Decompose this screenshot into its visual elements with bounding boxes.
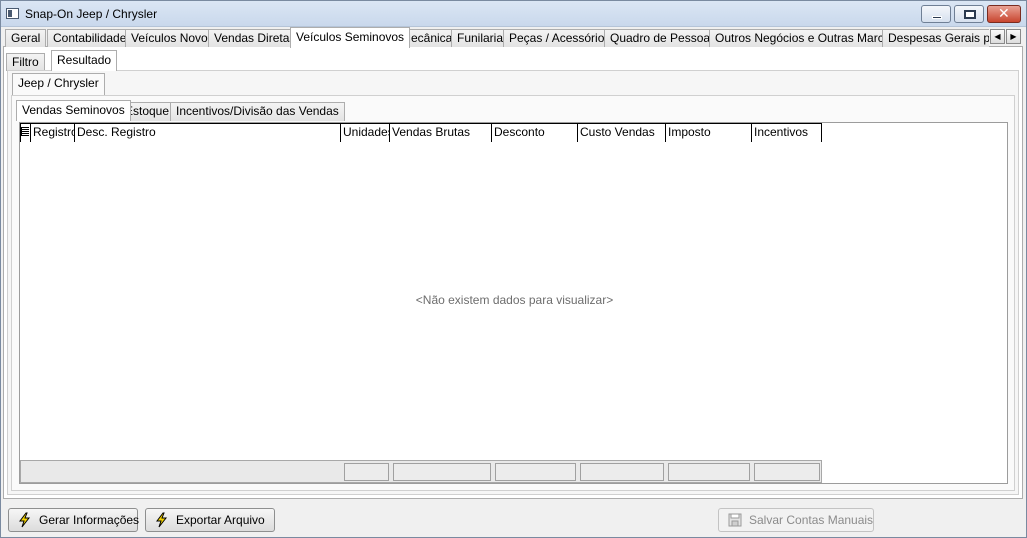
tab-jeep-chrysler[interactable]: Jeep / Chrysler: [12, 73, 105, 95]
tab-despesas-gerais[interactable]: Despesas Gerais por Departamento: [882, 29, 989, 47]
tab-incentivos-divisao[interactable]: Incentivos/Divisão das Vendas: [170, 102, 345, 121]
maximize-icon: [964, 10, 976, 19]
column-header-registro[interactable]: Registro: [31, 123, 78, 142]
summary-cell-unidades: [344, 463, 389, 481]
data-grid[interactable]: Registro Desc. Registro Unidades Vendas …: [19, 122, 1008, 484]
tab-veiculos-seminovos[interactable]: Veículos Seminovos: [290, 27, 411, 48]
brand-panel: Vendas Seminovos Estoque Incentivos/Divi…: [11, 95, 1015, 491]
arrow-right-icon: ▶: [1010, 32, 1017, 41]
column-header-custo-vendas[interactable]: Custo Vendas: [578, 123, 666, 142]
lightning-icon: [156, 512, 168, 528]
tab-scroll-left-button[interactable]: ◀: [990, 29, 1005, 44]
close-button[interactable]: ✕: [987, 5, 1021, 23]
column-header-vendas-brutas[interactable]: Vendas Brutas: [390, 123, 492, 142]
tab-vendas-diretas[interactable]: Vendas Diretas: [208, 29, 302, 47]
summary-cell-custo-vendas: [580, 463, 664, 481]
tab-resultado[interactable]: Resultado: [51, 50, 118, 71]
salvar-contas-manuais-button[interactable]: Salvar Contas Manuais: [718, 508, 874, 532]
gerar-informacoes-button[interactable]: Gerar Informações: [8, 508, 140, 532]
grid-summary-footer: [20, 460, 822, 483]
summary-cell-desconto: [495, 463, 576, 481]
tab-outros-negocios[interactable]: Outros Negócios e Outras Marcas: [709, 29, 903, 47]
column-header-imposto[interactable]: Imposto: [666, 123, 752, 142]
column-header-desconto[interactable]: Desconto: [492, 123, 578, 142]
tab-veiculos-novos[interactable]: Veículos Novos: [125, 29, 220, 47]
exportar-arquivo-button[interactable]: Exportar Arquivo: [145, 508, 275, 532]
minimize-icon: [932, 16, 942, 19]
main-tab-panel: Filtro Resultado Jeep / Chrysler Vendas …: [3, 47, 1023, 499]
application-window: Snap-On Jeep / Chrysler ✕ Geral Contabil…: [0, 0, 1027, 538]
app-icon: [6, 8, 19, 19]
arrow-left-icon: ◀: [994, 32, 1001, 41]
title-bar: Snap-On Jeep / Chrysler ✕: [1, 1, 1026, 27]
floppy-disk-icon: [728, 513, 742, 527]
summary-cell-imposto: [668, 463, 750, 481]
column-header-unidades[interactable]: Unidades: [341, 123, 394, 142]
maximize-button[interactable]: [954, 5, 984, 23]
window-title: Snap-On Jeep / Chrysler: [25, 7, 158, 21]
bottom-button-bar: Gerar Informações Exportar Arquivo Salva…: [3, 499, 1023, 537]
tab-scroll-right-button[interactable]: ▶: [1006, 29, 1021, 44]
summary-cell-incentivos: [754, 463, 820, 481]
tab-geral[interactable]: Geral: [5, 29, 47, 47]
lightning-icon: [19, 512, 31, 528]
exportar-arquivo-label: Exportar Arquivo: [176, 513, 265, 527]
tab-contabilidade[interactable]: Contabilidade: [47, 29, 133, 47]
tab-quadro-de-pessoas[interactable]: Quadro de Pessoas: [604, 29, 723, 47]
tab-filtro[interactable]: Filtro: [6, 53, 45, 71]
column-chooser-icon[interactable]: [20, 123, 31, 142]
column-header-incentivos[interactable]: Incentivos: [752, 123, 822, 142]
tab-pecas-acessorios[interactable]: Peças / Acessórios: [503, 29, 617, 47]
summary-cell-vendas-brutas: [393, 463, 491, 481]
main-tab-strip: Geral Contabilidade Veículos Novos Venda…: [3, 27, 1023, 48]
column-header-desc-registro[interactable]: Desc. Registro: [75, 123, 341, 142]
tab-vendas-seminovos[interactable]: Vendas Seminovos: [16, 100, 131, 121]
minimize-button[interactable]: [921, 5, 951, 23]
tab-funilaria[interactable]: Funilaria: [451, 29, 510, 47]
empty-grid-message: <Não existem dados para visualizar>: [415, 293, 614, 307]
gerar-informacoes-label: Gerar Informações: [39, 513, 140, 527]
resultado-panel: Jeep / Chrysler Vendas Seminovos Estoque…: [7, 70, 1019, 495]
salvar-contas-manuais-label: Salvar Contas Manuais: [749, 513, 874, 527]
close-icon: ✕: [998, 6, 1010, 22]
